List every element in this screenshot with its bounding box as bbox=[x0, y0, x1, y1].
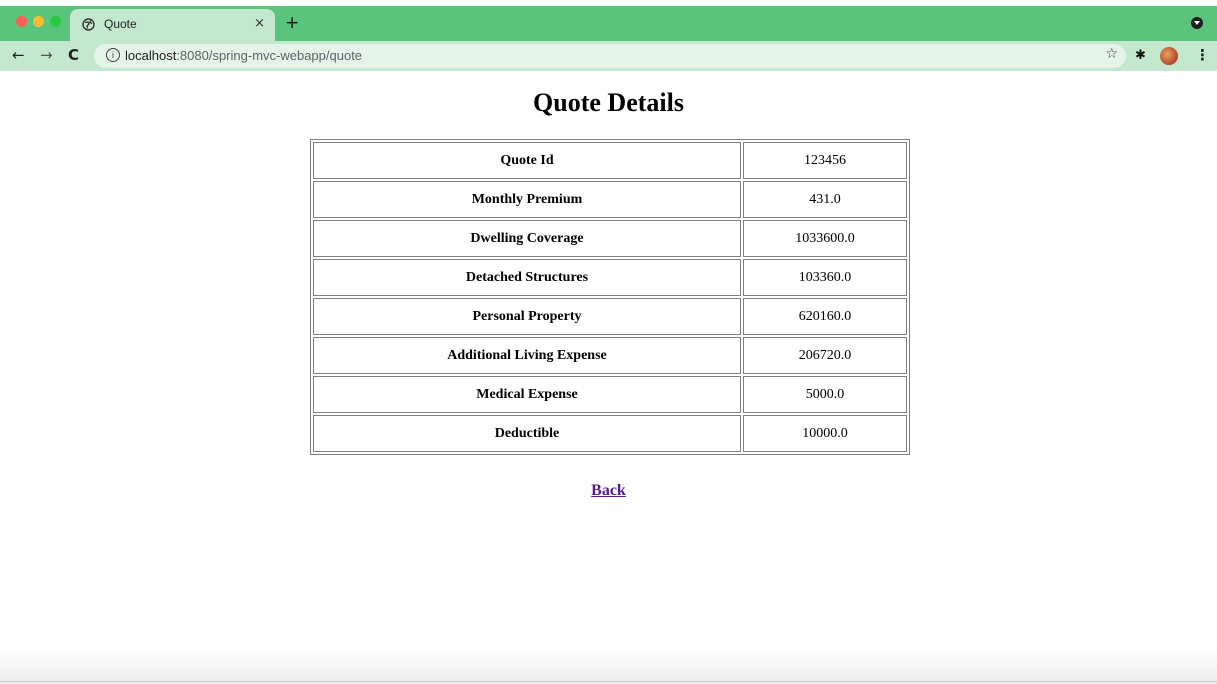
table-row: Additional Living Expense 206720.0 bbox=[313, 337, 907, 374]
quote-details-table: Quote Id 123456 Monthly Premium 431.0 Dwelli… bbox=[310, 139, 910, 455]
forward-button[interactable]: → bbox=[40, 46, 53, 64]
site-info-icon[interactable]: i bbox=[106, 48, 120, 62]
row-value: 206720.0 bbox=[743, 337, 907, 374]
row-value: 1033600.0 bbox=[743, 220, 907, 257]
table-row: Monthly Premium 431.0 bbox=[313, 181, 907, 218]
bookmark-star-icon[interactable]: ☆ bbox=[1105, 46, 1118, 62]
extensions-puzzle-icon[interactable]: ✱ bbox=[1135, 48, 1146, 63]
row-value: 431.0 bbox=[743, 181, 907, 218]
table-row: Detached Structures 103360.0 bbox=[313, 259, 907, 296]
table-row: Personal Property 620160.0 bbox=[313, 298, 907, 335]
url-text[interactable]: localhost:8080/spring-mvc-webapp/quote bbox=[125, 48, 362, 63]
new-tab-button[interactable]: + bbox=[285, 13, 299, 33]
table-row: Medical Expense 5000.0 bbox=[313, 376, 907, 413]
globe-icon bbox=[82, 18, 96, 32]
table-row: Quote Id 123456 bbox=[313, 142, 907, 179]
page-content: Quote Details Quote Id 123456 Monthly Prem… bbox=[0, 71, 1217, 681]
maximize-window-button[interactable] bbox=[50, 16, 61, 27]
row-label: Quote Id bbox=[313, 142, 741, 179]
tab-title: Quote bbox=[104, 17, 137, 31]
back-link[interactable]: Back bbox=[591, 482, 626, 499]
browser-toolbar: ← → C i localhost:8080/spring-mvc-webapp… bbox=[0, 41, 1217, 71]
page-title: Quote Details bbox=[533, 88, 684, 117]
row-label: Medical Expense bbox=[313, 376, 741, 413]
row-label: Dwelling Coverage bbox=[313, 220, 741, 257]
url-path: :8080/spring-mvc-webapp/quote bbox=[176, 48, 363, 63]
row-value: 620160.0 bbox=[743, 298, 907, 335]
close-window-button[interactable] bbox=[16, 16, 27, 27]
back-link-container: Back bbox=[0, 482, 1217, 500]
url-host: localhost bbox=[125, 48, 177, 63]
table-row: Dwelling Coverage 1033600.0 bbox=[313, 220, 907, 257]
minimize-window-button[interactable] bbox=[33, 16, 44, 27]
bottom-shadow bbox=[0, 645, 1217, 684]
row-value: 123456 bbox=[743, 142, 907, 179]
row-label: Deductible bbox=[313, 415, 741, 452]
bottom-edge bbox=[0, 681, 1217, 682]
row-label: Personal Property bbox=[313, 298, 741, 335]
row-value: 5000.0 bbox=[743, 376, 907, 413]
tab-quote[interactable]: Quote × bbox=[70, 9, 275, 41]
address-bar[interactable]: i localhost:8080/spring-mvc-webapp/quote… bbox=[94, 44, 1126, 68]
table-row: Deductible 10000.0 bbox=[313, 415, 907, 452]
profile-avatar[interactable] bbox=[1160, 47, 1178, 65]
row-value: 103360.0 bbox=[743, 259, 907, 296]
reload-button[interactable]: C bbox=[68, 46, 79, 64]
back-button[interactable]: ← bbox=[12, 46, 25, 64]
row-label: Detached Structures bbox=[313, 259, 741, 296]
row-value: 10000.0 bbox=[743, 415, 907, 452]
row-label: Monthly Premium bbox=[313, 181, 741, 218]
tab-search-icon[interactable] bbox=[1191, 17, 1203, 29]
close-tab-icon[interactable]: × bbox=[254, 16, 265, 31]
browser-menu-icon[interactable]: ⋮ bbox=[1195, 46, 1210, 64]
browser-window: Quote × + ← → C i localhost:8080/spring-… bbox=[0, 0, 1217, 684]
row-label: Additional Living Expense bbox=[313, 337, 741, 374]
